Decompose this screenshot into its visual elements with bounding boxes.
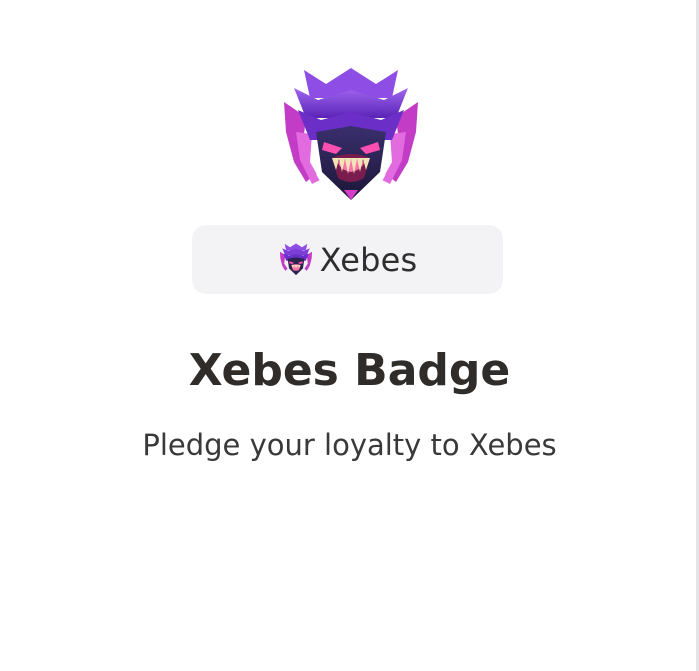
badge-chip-label: Xebes — [319, 240, 418, 279]
badge-detail-page: Xebes Xebes Badge Pledge your loyalty to… — [0, 0, 699, 671]
xebes-emblem-icon — [284, 68, 418, 200]
badge-description: Pledge your loyalty to Xebes — [142, 428, 557, 462]
badge-title: Xebes Badge — [188, 345, 511, 396]
badge-chip: Xebes — [192, 225, 503, 294]
xebes-emblem-small-icon — [279, 242, 312, 275]
